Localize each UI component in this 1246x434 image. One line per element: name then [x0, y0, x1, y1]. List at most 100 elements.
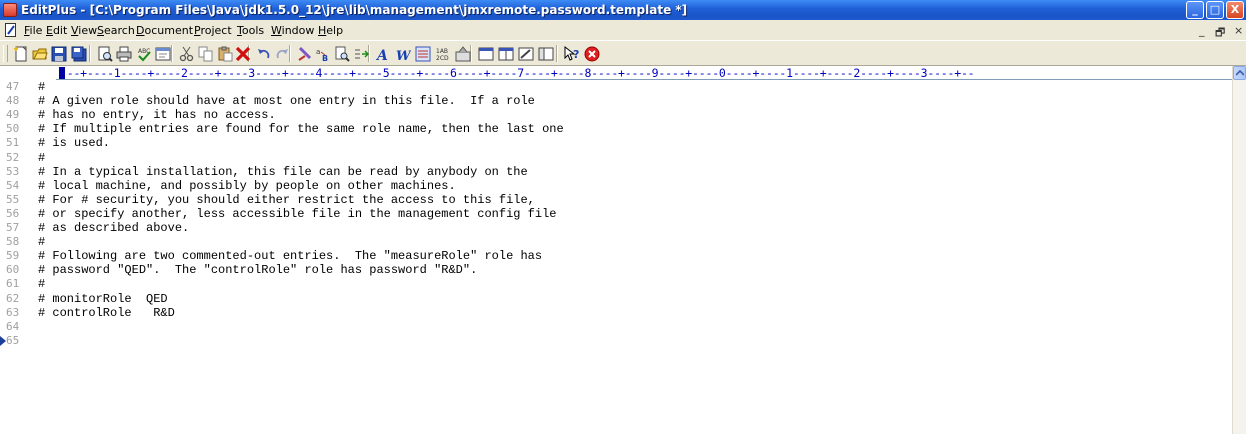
editor-line[interactable]: 63 # controlRole R&D [0, 306, 1230, 320]
text-editor[interactable]: 47 #48 # A given role should have at most … [0, 80, 1232, 434]
maximize-button[interactable]: □ [1206, 1, 1224, 19]
document-icon[interactable] [4, 23, 18, 37]
editor-line[interactable]: 53 # In a typical installation, this file… [0, 165, 1230, 179]
minimize-button[interactable]: _ [1186, 1, 1204, 19]
mdi-close-button[interactable]: × [1234, 24, 1243, 37]
help-button[interactable]: ? [563, 45, 580, 62]
open-folder-icon [32, 48, 48, 59]
editplus-window: EditPlus - [C:\Program Files\Java\jdk1.5… [0, 0, 1246, 434]
tool-window-button[interactable] [517, 45, 534, 62]
svg-text:B: B [322, 54, 328, 62]
editor-line[interactable]: 59 # Following are two commented-out entr… [0, 249, 1230, 263]
line-numbers-icon [415, 46, 430, 61]
line-number: 56 [6, 206, 20, 220]
line-number: 49 [6, 108, 20, 122]
toolbar: ABC a B A W 1AB 2CD? [0, 40, 1246, 66]
editor-line[interactable]: 61 # [0, 277, 1230, 291]
editor-line[interactable]: 65 [0, 334, 1230, 348]
menu-item-tools[interactable]: Tools [237, 24, 264, 37]
line-text: # controlRole R&D [38, 305, 175, 320]
new-file-button[interactable] [12, 45, 29, 62]
line-numbers-button[interactable] [414, 45, 431, 62]
goto-button[interactable] [352, 45, 369, 62]
editor-line[interactable]: 64 [0, 320, 1230, 334]
single-window-button[interactable] [477, 45, 494, 62]
toolbar-grip[interactable] [3, 45, 8, 62]
cut-button[interactable] [178, 45, 195, 62]
editor-line[interactable]: 47 # [0, 80, 1230, 94]
undo-button[interactable] [255, 45, 272, 62]
menu-item-search[interactable]: Search [97, 24, 135, 37]
close-button[interactable]: X [1226, 1, 1244, 19]
find-button[interactable] [296, 45, 313, 62]
editor-line[interactable]: 50 # If multiple entries are found for th… [0, 122, 1230, 136]
menu-item-project[interactable]: Project [194, 24, 232, 37]
find-in-files-button[interactable] [333, 45, 350, 62]
preferences-button[interactable] [454, 45, 471, 62]
editor-line[interactable]: 48 # A given role should have at most one… [0, 94, 1230, 108]
editor-line[interactable]: 60 # password "QED". The "controlRole" ro… [0, 263, 1230, 277]
print-preview-icon [98, 46, 113, 62]
editor-line[interactable]: 51 # is used. [0, 136, 1230, 150]
copy-button[interactable] [197, 45, 214, 62]
line-number: 53 [6, 164, 20, 178]
print-preview-button[interactable] [96, 45, 113, 62]
menu-item-document[interactable]: Document [136, 24, 193, 37]
spell-check-icon: ABC [138, 48, 151, 61]
find-icon [297, 46, 311, 61]
line-number: 64 [6, 319, 20, 333]
ruler-button[interactable]: 1AB 2CD [434, 45, 451, 62]
font-button[interactable]: A [375, 45, 392, 62]
line-text: # [38, 277, 46, 292]
paste-button[interactable] [216, 45, 233, 62]
scroll-up-button[interactable] [1233, 66, 1246, 80]
save-icon [51, 46, 66, 61]
menu-item-help[interactable]: Help [318, 24, 343, 37]
browser-icon [155, 47, 170, 60]
redo-button[interactable] [273, 45, 290, 62]
editor-line[interactable]: 52 # [0, 151, 1230, 165]
spell-check-button[interactable]: ABC [135, 45, 152, 62]
menu-item-window[interactable]: Window [271, 24, 314, 37]
menu-accelerator: D [136, 24, 145, 37]
save-button[interactable] [50, 45, 67, 62]
menu-item-view[interactable]: View [71, 24, 97, 37]
browser-button[interactable] [154, 45, 171, 62]
ruler-gutter [0, 66, 56, 80]
editplus-app-icon[interactable] [3, 3, 17, 17]
undo-icon [257, 48, 269, 58]
replace-button[interactable]: aB [314, 45, 331, 62]
replace-icon: aB [316, 48, 328, 62]
editor-line[interactable]: 49 # has no entry, it has no access. [0, 108, 1230, 122]
title-bar[interactable]: EditPlus - [C:\Program Files\Java\jdk1.5… [0, 0, 1246, 20]
line-text: # A given role should have at most one e… [38, 94, 535, 109]
menu-item-edit[interactable]: Edit [46, 24, 67, 37]
print-icon [116, 46, 131, 61]
stop-button[interactable] [583, 45, 600, 62]
new-file-icon [13, 46, 26, 61]
line-text: # [38, 80, 46, 94]
save-all-button[interactable] [70, 45, 87, 62]
line-number: 65 [6, 333, 20, 347]
line-text: # monitorRole QED [38, 291, 168, 306]
split-window-button[interactable] [497, 45, 514, 62]
menu-item-file[interactable]: File [24, 24, 42, 37]
line-text: # For # security, you should either rest… [38, 192, 535, 207]
delete-button[interactable] [234, 45, 251, 62]
word-wrap-button[interactable]: W [394, 45, 411, 62]
mdi-minimize-button[interactable]: _ [1199, 24, 1205, 37]
editor-line[interactable]: 58 # [0, 235, 1230, 249]
svg-text:A: A [376, 48, 388, 62]
editor-line[interactable]: 62 # monitorRole QED [0, 292, 1230, 306]
editor-line[interactable]: 56 # or specify another, less accessible … [0, 207, 1230, 221]
vertical-scrollbar[interactable] [1232, 66, 1246, 434]
open-folder-button[interactable] [31, 45, 48, 62]
line-number: 54 [6, 178, 20, 192]
save-all-icon [71, 46, 86, 61]
cliptext-button[interactable] [537, 45, 554, 62]
editor-line[interactable]: 54 # local machine, and possibly by peopl… [0, 179, 1230, 193]
line-text: # Following are two commented-out entrie… [38, 249, 543, 264]
print-button[interactable] [115, 45, 132, 62]
editor-line[interactable]: 57 # as described above. [0, 221, 1230, 235]
editor-line[interactable]: 55 # For # security, you should either re… [0, 193, 1230, 207]
